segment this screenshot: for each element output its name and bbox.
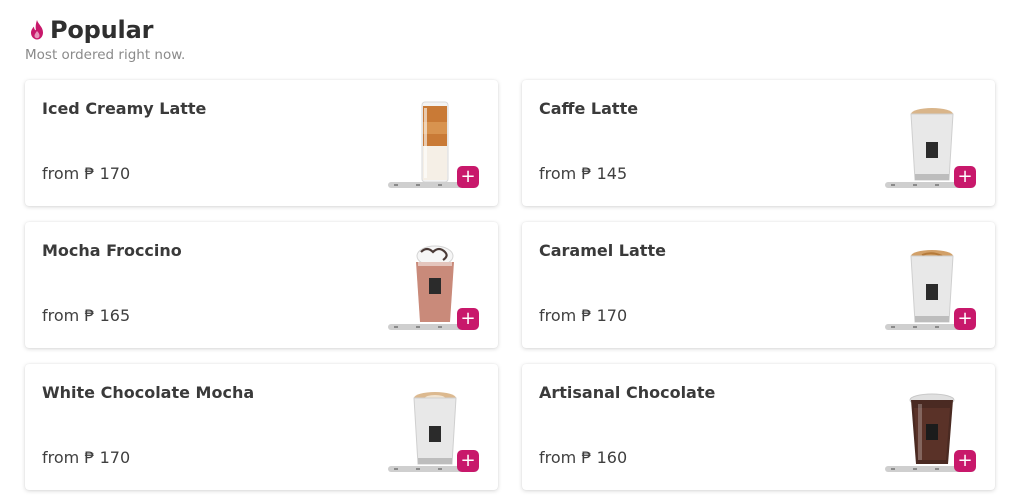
section-header: Popular bbox=[28, 16, 153, 44]
product-name: Artisanal Chocolate bbox=[539, 383, 716, 402]
product-image bbox=[416, 245, 454, 322]
fire-icon bbox=[28, 19, 46, 41]
product-price: from ₱ 145 bbox=[539, 164, 628, 183]
product-name: Caramel Latte bbox=[539, 241, 666, 260]
product-card[interactable]: Iced Creamy Latte from ₱ 170 + bbox=[25, 80, 498, 206]
product-price: from ₱ 170 bbox=[42, 164, 131, 183]
section-subtitle: Most ordered right now. bbox=[25, 47, 186, 63]
add-to-cart-button[interactable]: + bbox=[954, 308, 976, 330]
product-card[interactable]: Artisanal Chocolate from ₱ 160 + bbox=[522, 364, 995, 490]
add-to-cart-button[interactable]: + bbox=[954, 166, 976, 188]
product-price: from ₱ 170 bbox=[539, 306, 628, 325]
product-name: Caffe Latte bbox=[539, 99, 639, 118]
product-price: from ₱ 170 bbox=[42, 448, 131, 467]
product-card[interactable]: Caffe Latte from ₱ 145 + bbox=[522, 80, 995, 206]
add-to-cart-button[interactable]: + bbox=[457, 308, 479, 330]
product-image bbox=[421, 101, 449, 183]
product-name: Iced Creamy Latte bbox=[42, 99, 207, 118]
add-to-cart-button[interactable]: + bbox=[954, 450, 976, 472]
add-to-cart-button[interactable]: + bbox=[457, 450, 479, 472]
product-image bbox=[910, 250, 954, 323]
product-name: White Chocolate Mocha bbox=[42, 383, 255, 402]
product-card[interactable]: Mocha Froccino from ₱ 165 + bbox=[25, 222, 498, 348]
product-image bbox=[910, 108, 954, 181]
add-to-cart-button[interactable]: + bbox=[457, 166, 479, 188]
product-price: from ₱ 160 bbox=[539, 448, 628, 467]
product-image bbox=[413, 392, 457, 465]
product-price: from ₱ 165 bbox=[42, 306, 131, 325]
product-card[interactable]: Caramel Latte from ₱ 170 + bbox=[522, 222, 995, 348]
page-title: Popular bbox=[50, 16, 154, 44]
product-image bbox=[909, 393, 955, 464]
product-name: Mocha Froccino bbox=[42, 241, 182, 260]
product-card[interactable]: White Chocolate Mocha from ₱ 170 + bbox=[25, 364, 498, 490]
